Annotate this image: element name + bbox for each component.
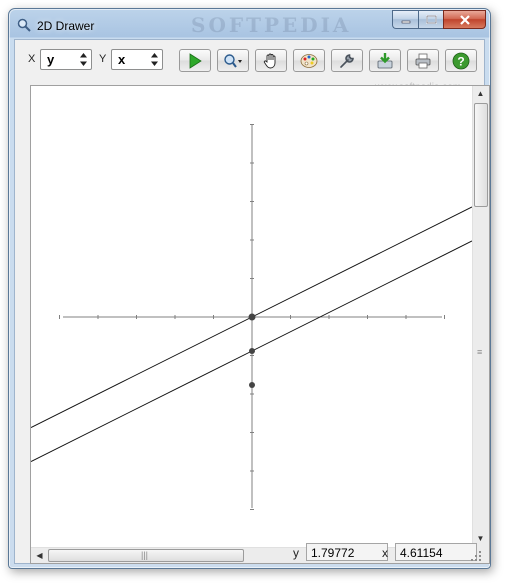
x-axis-label: X [28, 53, 36, 65]
help-icon: ? [452, 52, 470, 69]
x-variable-value: y [47, 52, 55, 67]
play-icon [189, 52, 202, 69]
zoom-button[interactable] [217, 49, 249, 72]
drawing-area[interactable]: ▲ ≡ ▼ ◀ ||| ▶ [30, 85, 490, 564]
x-variable-select[interactable]: y [40, 49, 92, 70]
close-icon [459, 14, 470, 25]
y-variable-value: x [118, 52, 126, 67]
window-title: 2D Drawer [37, 19, 95, 33]
toolbar: X y Y x ? [15, 40, 484, 76]
plot-canvas[interactable] [31, 86, 472, 547]
export-icon [377, 52, 393, 68]
settings-button[interactable] [331, 49, 363, 72]
app-window: 2D Drawer SOFTPEDIA X y Y x ? ▲ ≡ ▼ ◀ ||… [8, 8, 491, 569]
vertical-grip-icon: ≡ [477, 347, 483, 357]
pan-button[interactable] [255, 49, 287, 72]
minimize-icon [401, 20, 410, 23]
status-y-label: y [293, 546, 299, 560]
updown-arrows-icon [151, 53, 158, 66]
status-y-value: 1.79772 [306, 543, 388, 561]
help-button[interactable]: ? [445, 49, 477, 72]
status-x-label: x [382, 546, 388, 560]
close-button[interactable] [443, 10, 486, 29]
zoom-icon [224, 53, 242, 68]
minimize-button[interactable] [392, 10, 418, 29]
vertical-scrollbar[interactable]: ▲ ≡ ▼ [472, 86, 489, 547]
status-bar: y 1.79772 x 4.61154 [15, 542, 484, 564]
plot-point [249, 348, 255, 354]
colors-button[interactable] [293, 49, 325, 72]
print-icon [415, 53, 431, 68]
status-x-value: 4.61154 [395, 543, 477, 561]
palette-icon [300, 53, 318, 68]
y-axis-label: Y [99, 53, 107, 65]
title-bar[interactable]: 2D Drawer SOFTPEDIA [9, 9, 490, 39]
resize-grip-icon[interactable] [470, 550, 482, 562]
magnifier-app-icon [17, 18, 31, 32]
vertical-scroll-thumb[interactable] [474, 103, 488, 207]
softpedia-title-watermark: SOFTPEDIA [191, 13, 352, 37]
updown-arrows-icon [80, 53, 87, 66]
maximize-button[interactable] [418, 10, 443, 29]
wrench-icon [340, 53, 354, 68]
plot-point [248, 313, 256, 321]
maximize-icon [425, 15, 437, 24]
client-area: X y Y x ? ▲ ≡ ▼ ◀ ||| y 1.79772 x 4.6115… [14, 39, 490, 564]
y-variable-select[interactable]: x [111, 49, 163, 70]
print-button[interactable] [407, 49, 439, 72]
export-button[interactable] [369, 49, 401, 72]
svg-text:?: ? [457, 54, 464, 68]
scroll-up-arrow[interactable]: ▲ [473, 86, 488, 101]
plot-point [249, 382, 255, 388]
draw-button[interactable] [179, 49, 211, 72]
hand-pan-icon [263, 53, 276, 68]
